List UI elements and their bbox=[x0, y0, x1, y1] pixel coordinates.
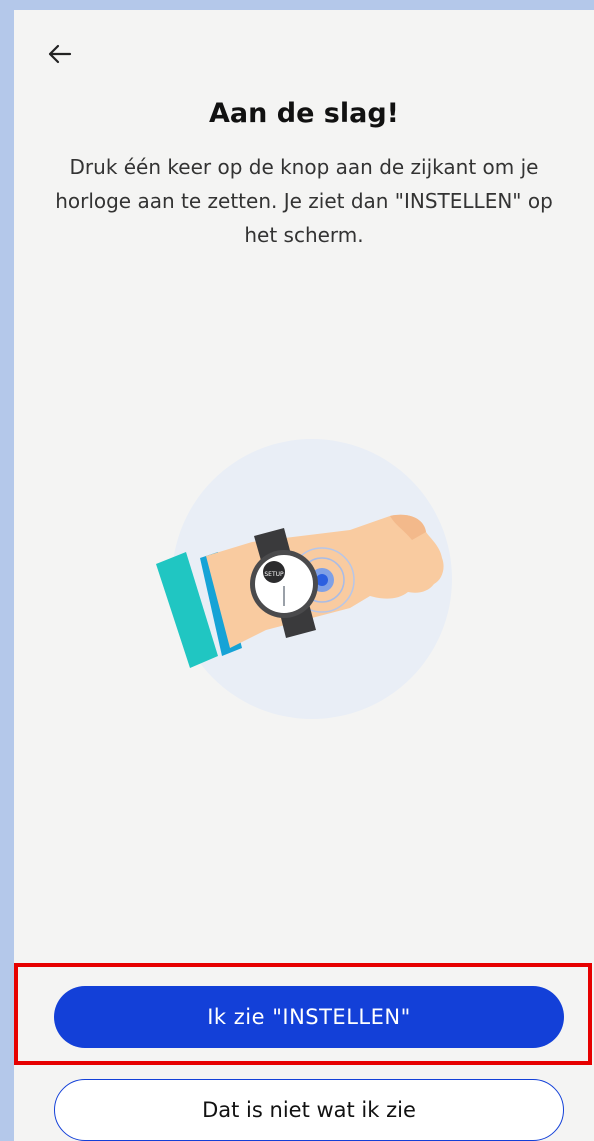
watch-on-wrist-illustration: SETUP bbox=[150, 434, 470, 724]
not-what-i-see-button[interactable]: Dat is niet wat ik zie bbox=[54, 1079, 564, 1141]
setup-screen: Aan de slag! Druk één keer op de knop aa… bbox=[14, 10, 594, 1141]
confirm-setup-button[interactable]: Ik zie "INSTELLEN" bbox=[54, 986, 564, 1048]
page-title: Aan de slag! bbox=[209, 98, 399, 129]
arrow-left-icon bbox=[48, 44, 72, 64]
instruction-text: Druk één keer op de knop aan de zijkant … bbox=[55, 155, 553, 247]
back-button[interactable] bbox=[44, 38, 76, 70]
watch-screen-label: SETUP bbox=[264, 571, 284, 578]
